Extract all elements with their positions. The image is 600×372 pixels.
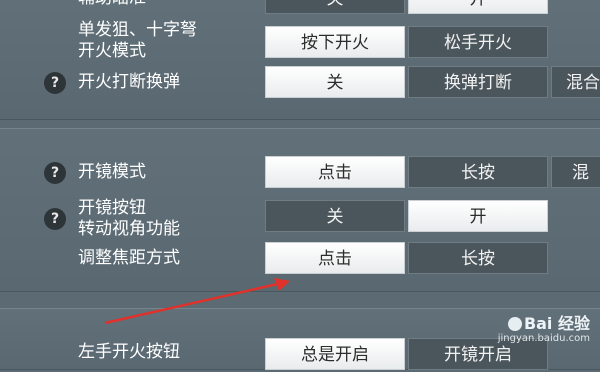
setting-label-sniper-fire-mode-line1: 单发狙、十字弩 [78, 20, 197, 40]
setting-label-left-fire-button: 左手开火按钮 [78, 342, 180, 362]
left-fire-always-button[interactable]: 总是开启 [265, 338, 405, 370]
interrupt-reload-off-button[interactable]: 关 [265, 66, 405, 98]
mixed-mode-button[interactable]: 混合 [551, 66, 600, 98]
help-icon[interactable]: ? [44, 208, 66, 230]
setting-label-scope-button-rotate-line2: 转动视角功能 [78, 219, 180, 239]
help-icon[interactable]: ? [44, 72, 66, 94]
setting-row-sniper-fire-mode: 单发狙、十字弩 开火模式 按下开火 松手开火 [0, 20, 600, 62]
setting-label-fire-interrupt-reload: 开火打断换弹 [78, 72, 180, 92]
zoom-tap-button[interactable]: 点击 [265, 242, 405, 274]
setting-row-aim-assist: 辅助瞄准 关 开 [0, 0, 600, 14]
baidu-jingyan-watermark: Bai 经验 jingyan.baidu.com [498, 316, 590, 344]
aim-assist-off-button[interactable]: 关 [265, 0, 405, 14]
setting-label-aim-assist: 辅助瞄准 [78, 0, 146, 9]
watermark-site: jingyan.baidu.com [497, 333, 590, 344]
setting-row-scope-mode: ? 开镜模式 点击 长按 混 [0, 156, 600, 190]
rotate-view-off-button[interactable]: 关 [265, 200, 405, 232]
fire-on-press-button[interactable]: 按下开火 [265, 26, 405, 58]
watermark-brand: Bai 经验 [498, 316, 590, 332]
setting-label-scope-mode: 开镜模式 [78, 162, 146, 182]
scope-hold-button[interactable]: 长按 [408, 156, 548, 188]
setting-label-scope-button-rotate-line1: 开镜按钮 [78, 198, 146, 218]
scope-mixed-button[interactable]: 混 [551, 156, 600, 188]
scope-tap-button[interactable]: 点击 [265, 156, 405, 188]
zoom-hold-button[interactable]: 长按 [408, 242, 548, 274]
fire-on-release-button[interactable]: 松手开火 [408, 26, 548, 58]
setting-row-zoom-adjust-mode: 调整焦距方式 点击 长按 [0, 242, 600, 276]
help-icon[interactable]: ? [44, 162, 66, 184]
aim-assist-on-button[interactable]: 开 [408, 0, 548, 14]
paw-icon [507, 317, 522, 331]
reload-interrupt-button[interactable]: 换弹打断 [408, 66, 548, 98]
setting-row-scope-button-rotate-view: ? 开镜按钮 转动视角功能 关 开 [0, 198, 600, 240]
setting-label-sniper-fire-mode-line2: 开火模式 [78, 41, 146, 61]
rotate-view-on-button[interactable]: 开 [408, 200, 548, 232]
setting-label-zoom-adjust-mode: 调整焦距方式 [78, 248, 180, 268]
setting-row-fire-interrupt-reload: ? 开火打断换弹 关 换弹打断 混合 [0, 66, 600, 100]
